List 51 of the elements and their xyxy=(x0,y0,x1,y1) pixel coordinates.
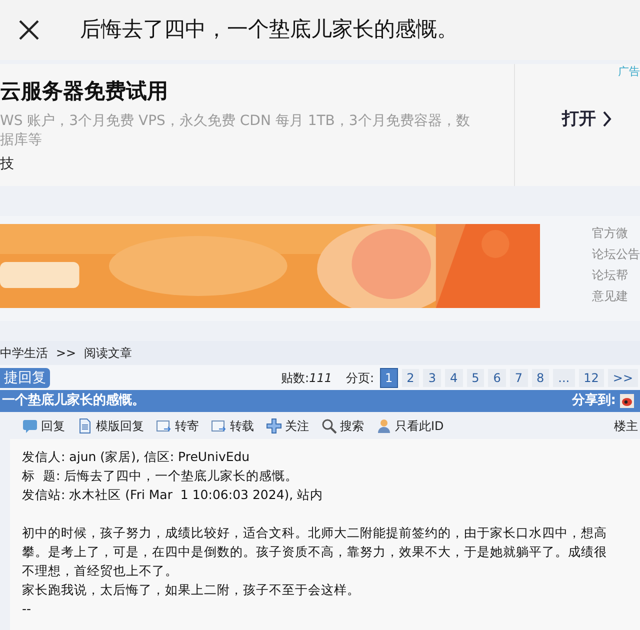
side-link[interactable]: 论坛帮 xyxy=(592,266,640,284)
page-link[interactable]: 12 xyxy=(578,368,604,386)
quick-reply-button[interactable]: 捷回复 xyxy=(0,368,50,388)
page-link[interactable]: 8 xyxy=(532,368,550,386)
ellipsis: ... xyxy=(553,368,575,386)
toolbar-button[interactable]: 转寄 xyxy=(156,416,199,434)
share-label: 分享到: xyxy=(572,392,616,410)
document-icon xyxy=(77,418,93,434)
page-link[interactable]: 6 xyxy=(488,368,506,386)
post-header-line: 发信站: 水木社区 (Fri Mar 1 10:06:03 2024), 站内 xyxy=(22,486,324,504)
page-link[interactable]: 5 xyxy=(466,368,484,386)
close-icon[interactable] xyxy=(18,19,40,41)
page-link[interactable]: 1 xyxy=(380,368,398,388)
ad-title: 云服务器免费试用 xyxy=(0,78,169,105)
toolbar-button[interactable]: 搜索 xyxy=(321,416,364,434)
ad-description: WS 账户，3个月免费 VPS，永久免费 CDN 每月 1TB，3个月免费容器，数据库等 xyxy=(0,112,471,150)
toolbar-button[interactable]: 关注 xyxy=(266,416,309,434)
chevron-right-icon xyxy=(602,111,612,128)
open-button[interactable]: 打开 xyxy=(562,106,612,132)
toolbar-button[interactable]: 只看此ID xyxy=(376,416,444,434)
ad-label: 广告 xyxy=(618,64,640,80)
post-paragraph: 家长跑我说，太后悔了，如果上二附，孩子不至于会这样。 xyxy=(22,581,361,599)
signature-separator: -- xyxy=(22,600,32,618)
search-icon xyxy=(321,418,337,434)
floor-label: 楼主 xyxy=(614,418,638,434)
breadcrumb-link[interactable]: 阅读文章 xyxy=(84,344,132,362)
toolbar-button[interactable]: 模版回复 xyxy=(77,416,144,434)
side-link[interactable]: 官方微 xyxy=(592,224,640,242)
side-link[interactable]: 论坛公告 xyxy=(592,245,640,263)
toolbar-button[interactable]: 回复 xyxy=(22,416,65,434)
pages-label: 分页: xyxy=(346,370,374,386)
page-link[interactable]: 2 xyxy=(402,368,420,386)
plus-icon xyxy=(266,418,282,434)
speech-bubble-icon xyxy=(22,418,38,434)
topic-title: 一个垫底儿家长的感慨。 xyxy=(1,392,145,410)
side-link[interactable]: 意见建 xyxy=(592,287,640,305)
breadcrumb-separator: >> xyxy=(56,345,76,362)
post-paragraph: 初中的时候，孩子努力，成绩比较好，适合文科。北师大二附能提前签约的，由于家长口水四中，想高攀。是考上了，可是，在四中是倒数的。孩子资质不高，靠努力，效果不大，于是她就躺平了。成绩很不理想，首经贸也上不了。 xyxy=(22,524,608,580)
person-icon xyxy=(376,418,392,434)
page-title: 后悔去了四中，一个垫底儿家长的感慨。 xyxy=(80,16,458,44)
breadcrumb-link[interactable]: 中学生活 xyxy=(0,344,48,362)
post-header-line: 标 题: 后悔去了四中，一个垫底儿家长的感慨。 xyxy=(22,467,300,485)
toolbar-button[interactable]: 转载 xyxy=(211,416,254,434)
page-link[interactable]: 3 xyxy=(423,368,441,386)
page-link[interactable]: 7 xyxy=(510,368,528,386)
page-link[interactable]: >> xyxy=(608,368,638,386)
post-header-line: 发信人: ajun (家居), 信区: PreUnivEdu xyxy=(22,448,251,466)
page-link[interactable]: 4 xyxy=(444,368,463,386)
post-count: 贴数:111 xyxy=(281,370,332,386)
ad-source: 技 xyxy=(0,154,15,174)
share-icon[interactable] xyxy=(620,394,634,408)
